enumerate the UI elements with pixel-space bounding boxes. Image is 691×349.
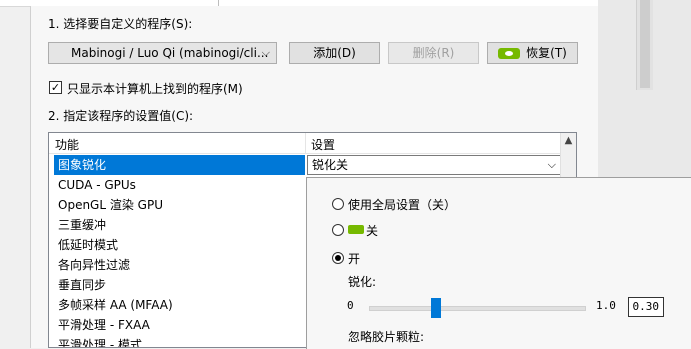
- nvidia-icon: [498, 48, 521, 59]
- add-button[interactable]: 添加(D): [289, 42, 380, 64]
- chevron-down-icon: ⌵: [547, 158, 556, 171]
- show-local-programs-label: 只显示本计算机上找到的程序(M): [67, 82, 243, 96]
- table-row[interactable]: 图象锐化: [54, 155, 305, 175]
- on-label: 开: [348, 252, 361, 266]
- feature-column-header[interactable]: 功能: [55, 136, 79, 153]
- table-row[interactable]: 三重缓冲: [54, 215, 305, 235]
- section2-label: 2. 指定该程序的设置值(C):: [48, 109, 194, 123]
- sharpen-slider-thumb[interactable]: [431, 298, 441, 318]
- global-setting-radio[interactable]: [332, 198, 344, 210]
- scroll-up-icon[interactable]: ▲: [561, 135, 576, 146]
- table-row[interactable]: 平滑处理 - FXAA: [54, 315, 305, 335]
- table-row[interactable]: 各向异性过滤: [54, 255, 305, 275]
- global-setting-label: 使用全局设置（关）: [348, 198, 457, 212]
- nvidia-icon: [348, 225, 364, 234]
- table-row[interactable]: 低延时模式: [54, 235, 305, 255]
- show-local-programs-checkbox[interactable]: ✓: [49, 81, 62, 94]
- chevron-down-icon: ⌵: [261, 46, 270, 59]
- ignore-grain-label: 忽略胶片颗粒:: [348, 330, 425, 344]
- sharpen-slider-track[interactable]: [369, 306, 586, 311]
- page-scrollbar-thumb[interactable]: [640, 0, 650, 88]
- on-radio[interactable]: [332, 252, 344, 264]
- restore-button-label: 恢复(T): [526, 46, 567, 60]
- off-radio[interactable]: [332, 224, 344, 236]
- setting-column-header[interactable]: 设置: [311, 136, 335, 153]
- page-scrollbar[interactable]: [636, 0, 653, 90]
- table-row[interactable]: 平滑处理 - 模式: [54, 335, 305, 347]
- section1-label: 1. 选择要自定义的程序(S):: [48, 17, 193, 31]
- slider-min-label: 0: [347, 299, 354, 312]
- off-label: 关: [366, 224, 379, 238]
- slider-max-label: 1.0: [596, 299, 616, 312]
- remove-button[interactable]: 删除(R): [388, 42, 479, 64]
- setting-dropdown-value: 锐化关: [312, 158, 349, 172]
- program-select[interactable]: Mabinogi / Luo Qi (mabinogi/cli... ⌵: [48, 42, 277, 64]
- setting-dropdown[interactable]: 锐化关 ⌵: [307, 155, 561, 175]
- table-row[interactable]: 多帧采样 AA (MFAA): [54, 295, 305, 315]
- restore-button[interactable]: 恢复(T): [487, 42, 578, 64]
- table-row[interactable]: OpenGL 渲染 GPU: [54, 195, 305, 215]
- table-header: 功能 设置: [49, 133, 561, 154]
- sharpen-label: 锐化:: [348, 275, 377, 289]
- program-select-value: Mabinogi / Luo Qi (mabinogi/cli...: [71, 46, 269, 60]
- table-row[interactable]: 垂直同步: [54, 275, 305, 295]
- column-divider: [305, 133, 306, 153]
- sharpen-value-input[interactable]: 0.30: [628, 297, 664, 317]
- table-row[interactable]: CUDA - GPUs: [54, 175, 305, 195]
